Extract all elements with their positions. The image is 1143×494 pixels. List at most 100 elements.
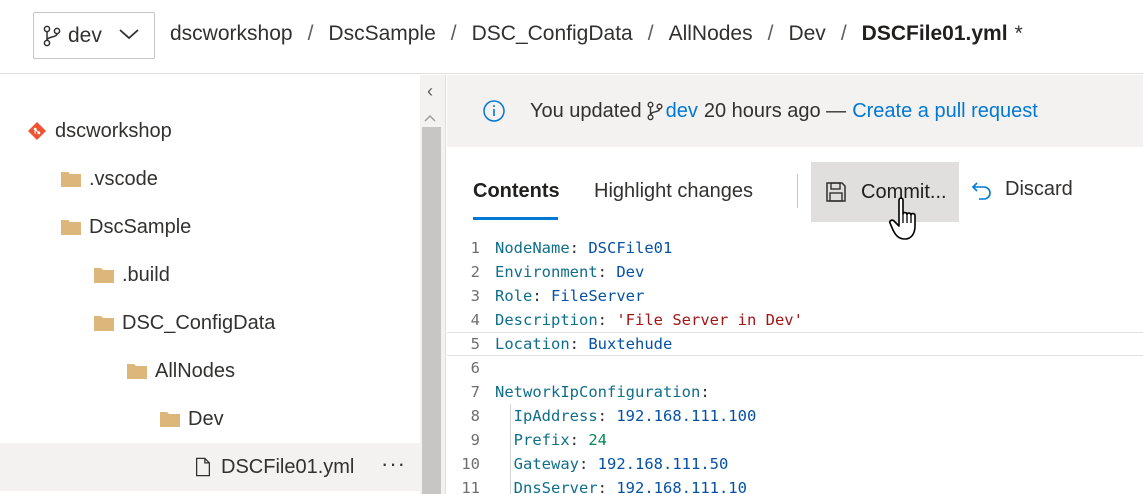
tab-highlight-changes[interactable]: Highlight changes — [594, 180, 753, 203]
line-number: 3 — [470, 287, 480, 305]
branch-picker[interactable]: dev — [33, 12, 155, 59]
line-number: 4 — [470, 311, 480, 329]
code-line: 7 NetworkIpConfiguration: — [447, 380, 1143, 404]
tree-item-folder[interactable]: .vscode — [0, 155, 420, 203]
folder-icon — [61, 172, 81, 187]
line-number: 6 — [470, 359, 480, 377]
tree-item-label: Dev — [188, 407, 224, 430]
yaml-colon: : — [579, 455, 598, 473]
code-line: 8 IpAddress: 192.168.111.100 — [447, 404, 1143, 428]
collapse-tree-button[interactable]: ‹ — [420, 81, 440, 105]
yaml-key: NodeName — [495, 239, 570, 257]
scroll-up-arrow-icon[interactable] — [422, 113, 438, 123]
create-pull-request-link[interactable]: Create a pull request — [852, 100, 1038, 123]
tree-item-file-selected[interactable]: DSCFile01.yml ··· — [0, 443, 420, 491]
yaml-key: Role — [495, 287, 533, 305]
code-line: 11 DnsServer: 192.168.111.10 — [447, 476, 1143, 494]
code-line: 10 Gateway: 192.168.111.50 — [447, 452, 1143, 476]
breadcrumb-item-dscworkshop[interactable]: dscworkshop — [170, 22, 293, 46]
code-line: 6 — [447, 356, 1143, 380]
commit-button[interactable]: Commit... — [811, 162, 959, 222]
discard-label: Discard — [1005, 178, 1073, 200]
yaml-key: Prefix — [495, 431, 570, 449]
folder-icon — [160, 412, 180, 427]
yaml-colon: : — [597, 263, 617, 281]
line-number: 11 — [461, 479, 480, 494]
yaml-value: Dev — [616, 263, 645, 281]
branch-icon — [43, 25, 61, 46]
code-line: 3 Role: FileServer — [447, 284, 1143, 308]
yaml-colon: : — [569, 335, 589, 353]
line-number: 7 — [470, 383, 480, 401]
line-number: 9 — [470, 431, 480, 449]
breadcrumb-separator: / — [647, 22, 654, 45]
yaml-colon: : — [597, 407, 617, 425]
tree-item-folder[interactable]: AllNodes — [0, 347, 420, 395]
banner-branch-link[interactable]: dev — [646, 100, 698, 123]
tree-splitter[interactable]: ‹ — [420, 75, 446, 494]
branch-icon — [647, 101, 663, 121]
tree-item-label: DSC_ConfigData — [122, 311, 276, 334]
code-line-current: 5 Location: Buxtehude — [447, 332, 1143, 356]
yaml-value: Buxtehude — [588, 335, 673, 353]
yaml-colon: : — [569, 239, 589, 257]
yaml-value: DSCFile01 — [588, 239, 673, 257]
breadcrumb-item-allnodes[interactable]: AllNodes — [669, 22, 753, 46]
yaml-colon: : — [597, 479, 617, 494]
line-number: 5 — [470, 335, 480, 353]
breadcrumb-separator: / — [767, 22, 774, 45]
yaml-value: 192.168.111.100 — [616, 407, 757, 425]
git-repo-icon — [28, 122, 46, 140]
code-line: 2 Environment: Dev — [447, 260, 1143, 284]
tree-item-label: DscSample — [89, 215, 192, 238]
tree-item-repo[interactable]: dscworkshop — [0, 107, 420, 155]
unsaved-marker: * — [1014, 22, 1023, 45]
editor-toolbar: Contents Highlight changes Commit... Dis… — [447, 160, 1143, 222]
tree-item-folder[interactable]: DSC_ConfigData — [0, 299, 420, 347]
breadcrumb-item-dev[interactable]: Dev — [788, 22, 825, 46]
code-line: 9 Prefix: 24 — [447, 428, 1143, 452]
more-options-button[interactable]: ··· — [381, 451, 406, 477]
yaml-key: NetworkIpConfiguration — [495, 383, 701, 401]
tree-item-folder[interactable]: Dev — [0, 395, 420, 443]
line-number: 2 — [470, 263, 480, 281]
code-editor[interactable]: 1 NodeName: DSCFile01 2 Environment: Dev 3… — [447, 236, 1143, 494]
top-bar: dev dscworkshop / DscSample / DSC_Config… — [0, 0, 1143, 74]
undo-icon — [971, 181, 991, 200]
breadcrumb-current-file: DSCFile01.yml — [861, 22, 1008, 45]
yaml-value: 192.168.111.50 — [597, 455, 729, 473]
yaml-key: Location — [495, 335, 570, 353]
scrollbar-thumb[interactable] — [422, 127, 441, 494]
file-tree: dscworkshop .vscode DscSample .build DSC… — [0, 75, 420, 494]
info-banner: You updated dev 20 hours ago — Create a … — [447, 75, 1143, 147]
folder-icon — [127, 364, 147, 379]
folder-icon — [94, 268, 114, 283]
yaml-colon: : — [569, 431, 589, 449]
breadcrumb-separator: / — [307, 22, 314, 45]
tab-contents[interactable]: Contents — [473, 180, 560, 203]
yaml-colon: : — [700, 383, 710, 401]
tree-item-folder[interactable]: DscSample — [0, 203, 420, 251]
yaml-string-value: 'File Server in Dev' — [616, 311, 803, 329]
breadcrumb: dscworkshop / DscSample / DSC_ConfigData… — [170, 22, 1023, 46]
tree-item-label: .build — [122, 263, 170, 286]
yaml-colon: : — [532, 287, 551, 305]
folder-icon — [61, 220, 81, 235]
banner-branch: dev — [665, 99, 698, 122]
file-icon — [196, 457, 210, 477]
line-number: 8 — [470, 407, 480, 425]
branch-name: dev — [68, 23, 102, 47]
breadcrumb-item-dscsample[interactable]: DscSample — [328, 22, 435, 46]
tree-item-label: .vscode — [89, 167, 158, 190]
tree-item-label: AllNodes — [155, 359, 236, 382]
breadcrumb-separator: / — [840, 22, 847, 45]
discard-button[interactable]: Discard — [971, 178, 1073, 201]
indent-guide — [510, 404, 511, 494]
tree-item-folder[interactable]: .build — [0, 251, 420, 299]
breadcrumb-item-dsc-configdata[interactable]: DSC_ConfigData — [472, 22, 633, 46]
code-line: 1 NodeName: DSCFile01 — [447, 236, 1143, 260]
yaml-key: Gateway — [495, 455, 579, 473]
chevron-down-icon — [119, 29, 139, 40]
yaml-value: FileServer — [551, 287, 645, 305]
info-icon — [483, 100, 505, 122]
